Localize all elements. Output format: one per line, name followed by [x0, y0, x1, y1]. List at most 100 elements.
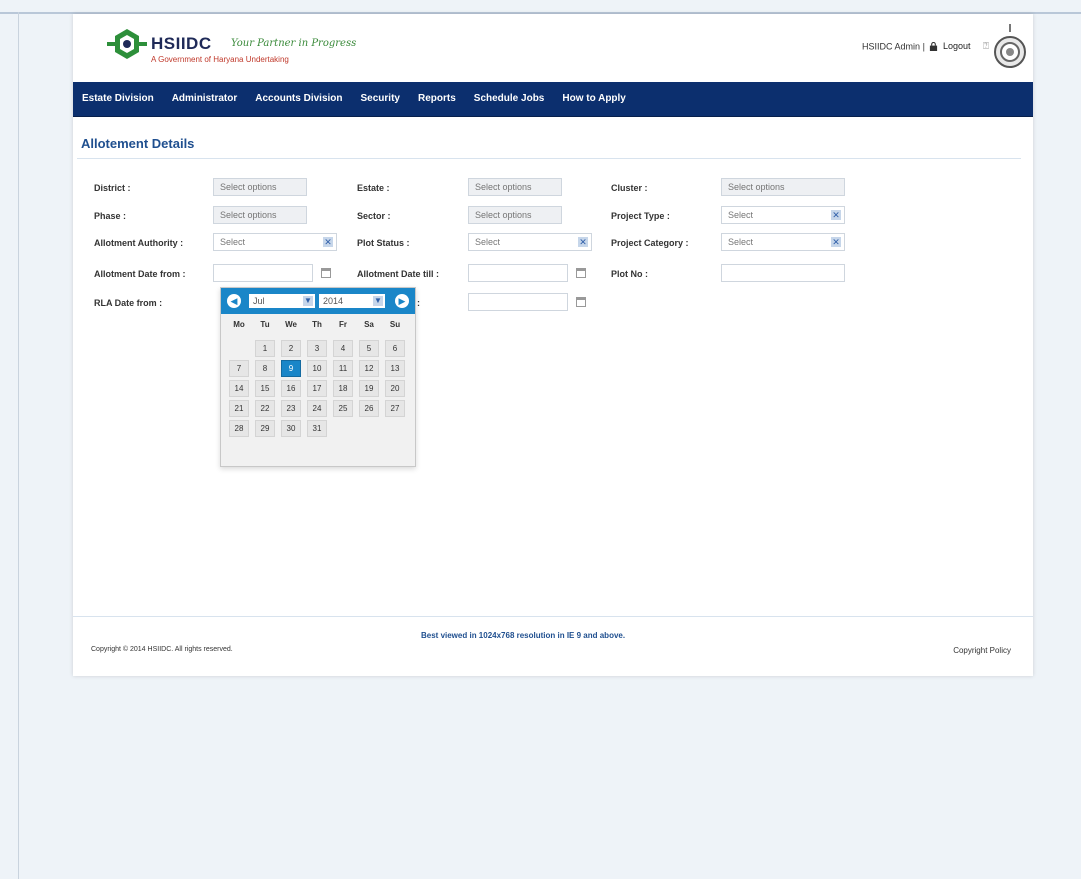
project-category-label: Project Category :	[611, 238, 689, 248]
hsiidc-logo[interactable]: HSIIDC Your Partner in Progress A Govern…	[107, 24, 407, 70]
allotment-date-from-calendar-icon[interactable]	[321, 268, 331, 278]
rla-date-till-label: :	[417, 298, 420, 308]
logout-link[interactable]: Logout	[943, 41, 971, 51]
datepicker-day[interactable]: 3	[307, 340, 327, 357]
plot-status-select[interactable]: Select	[468, 233, 592, 251]
plot-no-label: Plot No :	[611, 269, 648, 279]
datepicker-header: ◀ Jul ▼ 2014 ▼ ▶	[221, 288, 415, 314]
datepicker-day[interactable]: 19	[359, 380, 379, 397]
datepicker-weekday: Fr	[339, 320, 347, 329]
hsiidc-logo-icon	[107, 29, 147, 59]
datepicker-prev-icon[interactable]: ◀	[227, 294, 241, 308]
datepicker-month-select[interactable]: Jul ▼	[249, 294, 315, 308]
datepicker-day[interactable]: 27	[385, 400, 405, 417]
user-area: HSIIDC Admin | Logout ⍰	[862, 41, 989, 52]
nav-estate-division[interactable]: Estate Division	[73, 82, 163, 116]
datepicker-day[interactable]: 18	[333, 380, 353, 397]
help-icon[interactable]: ⍰	[983, 41, 989, 52]
allotment-authority-label: Allotment Authority :	[94, 238, 184, 248]
datepicker-weekday: We	[285, 320, 297, 329]
datepicker-day[interactable]: 28	[229, 420, 249, 437]
district-multiselect[interactable]	[213, 178, 307, 196]
project-type-dropdown-icon[interactable]: ✕	[831, 210, 841, 220]
datepicker-day[interactable]: 21	[229, 400, 249, 417]
nav-reports[interactable]: Reports	[409, 82, 465, 116]
phase-multiselect[interactable]	[213, 206, 307, 224]
datepicker-day[interactable]: 31	[307, 420, 327, 437]
allotment-date-till-input[interactable]	[468, 264, 568, 282]
estate-label: Estate :	[357, 183, 390, 193]
nav-schedule-jobs[interactable]: Schedule Jobs	[465, 82, 554, 116]
month-chevron-down-icon: ▼	[303, 296, 313, 306]
allotment-date-from-input[interactable]	[213, 264, 313, 282]
footer-copyright: Copyright © 2014 HSIIDC. All rights rese…	[91, 646, 233, 653]
datepicker-month-value: Jul	[253, 296, 265, 306]
datepicker-day[interactable]: 26	[359, 400, 379, 417]
district-label: District :	[94, 183, 131, 193]
plot-no-input[interactable]	[721, 264, 845, 282]
rla-date-till-calendar-icon[interactable]	[576, 297, 586, 307]
allotment-date-till-calendar-icon[interactable]	[576, 268, 586, 278]
datepicker-day[interactable]: 1	[255, 340, 275, 357]
page-container: HSIIDC Your Partner in Progress A Govern…	[73, 14, 1033, 676]
project-category-select[interactable]: Select	[721, 233, 845, 251]
datepicker-day[interactable]: 30	[281, 420, 301, 437]
phase-label: Phase :	[94, 211, 127, 221]
rla-date-till-input[interactable]	[468, 293, 568, 311]
allotment-authority-select[interactable]: Select	[213, 233, 337, 251]
nav-accounts-division[interactable]: Accounts Division	[246, 82, 351, 116]
datepicker-day[interactable]: 14	[229, 380, 249, 397]
datepicker-day[interactable]: 11	[333, 360, 353, 377]
datepicker-day[interactable]: 5	[359, 340, 379, 357]
title-divider	[77, 158, 1021, 159]
sector-label: Sector :	[357, 211, 391, 221]
datepicker-day[interactable]: 2	[281, 340, 301, 357]
datepicker-weekday: Tu	[260, 320, 270, 329]
project-category-dropdown-icon[interactable]: ✕	[831, 237, 841, 247]
datepicker-weekday: Su	[389, 320, 401, 329]
datepicker-weekday: Th	[312, 320, 322, 329]
haryana-emblem-icon	[994, 24, 1026, 68]
project-type-select[interactable]: Select	[721, 206, 845, 224]
cluster-multiselect[interactable]	[721, 178, 845, 196]
datepicker-weekday: Mo	[233, 320, 245, 329]
datepicker-day[interactable]: 10	[307, 360, 327, 377]
allotment-authority-dropdown-icon[interactable]: ✕	[323, 237, 333, 247]
allotment-date-from-label: Allotment Date from :	[94, 269, 186, 279]
datepicker-day[interactable]: 29	[255, 420, 275, 437]
allotment-date-till-label: Allotment Date till :	[357, 269, 440, 279]
cluster-label: Cluster :	[611, 183, 648, 193]
datepicker-day[interactable]: 6	[385, 340, 405, 357]
datepicker-year-select[interactable]: 2014 ▼	[319, 294, 385, 308]
datepicker-weekday: Sa	[364, 320, 374, 329]
datepicker-day[interactable]: 16	[281, 380, 301, 397]
datepicker-day[interactable]: 24	[307, 400, 327, 417]
datepicker-day[interactable]: 13	[385, 360, 405, 377]
datepicker-day[interactable]: 20	[385, 380, 405, 397]
sector-multiselect[interactable]	[468, 206, 562, 224]
datepicker-day[interactable]: 15	[255, 380, 275, 397]
datepicker-day[interactable]: 7	[229, 360, 249, 377]
lock-icon	[930, 42, 938, 52]
datepicker-day[interactable]: 25	[333, 400, 353, 417]
copyright-policy-link[interactable]: Copyright Policy	[953, 646, 1011, 655]
datepicker-day[interactable]: 12	[359, 360, 379, 377]
plot-status-dropdown-icon[interactable]: ✕	[578, 237, 588, 247]
brand-name: HSIIDC	[151, 34, 212, 53]
datepicker-day[interactable]: 23	[281, 400, 301, 417]
datepicker-popup: ◀ Jul ▼ 2014 ▼ ▶ Mo Tu We Th Fr Sa Su 12345678…	[220, 287, 416, 467]
datepicker-year-value: 2014	[323, 296, 344, 306]
datepicker-day[interactable]: 22	[255, 400, 275, 417]
estate-multiselect[interactable]	[468, 178, 562, 196]
nav-security[interactable]: Security	[352, 82, 409, 116]
datepicker-day[interactable]: 4	[333, 340, 353, 357]
user-name: HSIIDC Admin	[862, 41, 921, 52]
datepicker-next-icon[interactable]: ▶	[395, 294, 409, 308]
datepicker-day[interactable]: 8	[255, 360, 275, 377]
site-header: HSIIDC Your Partner in Progress A Govern…	[73, 14, 1033, 82]
nav-how-to-apply[interactable]: How to Apply	[553, 82, 635, 116]
footer-best-viewed: Best viewed in 1024x768 resolution in IE…	[421, 631, 626, 640]
nav-administrator[interactable]: Administrator	[163, 82, 247, 116]
datepicker-day-selected[interactable]: 9	[281, 360, 301, 377]
datepicker-day[interactable]: 17	[307, 380, 327, 397]
